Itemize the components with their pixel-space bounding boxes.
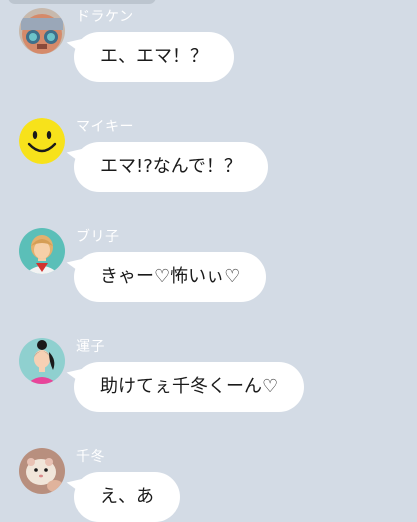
ponytail-girl-avatar[interactable]: [19, 338, 65, 384]
schoolgirl-avatar[interactable]: [19, 228, 65, 274]
message-bubble[interactable]: 助けてぇ千冬くーん♡: [74, 362, 305, 412]
scroll-indicator: [8, 0, 156, 4]
message-bubble[interactable]: エマ!?なんで！？: [74, 142, 268, 192]
message-bubble[interactable]: きゃー♡怖いぃ♡: [74, 252, 267, 302]
draken-avatar[interactable]: [19, 8, 65, 54]
sender-name: ブリ子: [76, 229, 120, 245]
message-bubble[interactable]: え、あ: [74, 472, 180, 522]
sender-name: 運子: [76, 339, 105, 355]
sender-name: マイキー: [76, 119, 134, 135]
hamster-avatar[interactable]: [19, 448, 65, 494]
message-bubble[interactable]: エ、エマ！？: [74, 32, 234, 82]
smiley-avatar[interactable]: [19, 118, 65, 164]
sender-name: ドラケン: [76, 9, 134, 25]
sender-name: 千冬: [76, 449, 105, 465]
